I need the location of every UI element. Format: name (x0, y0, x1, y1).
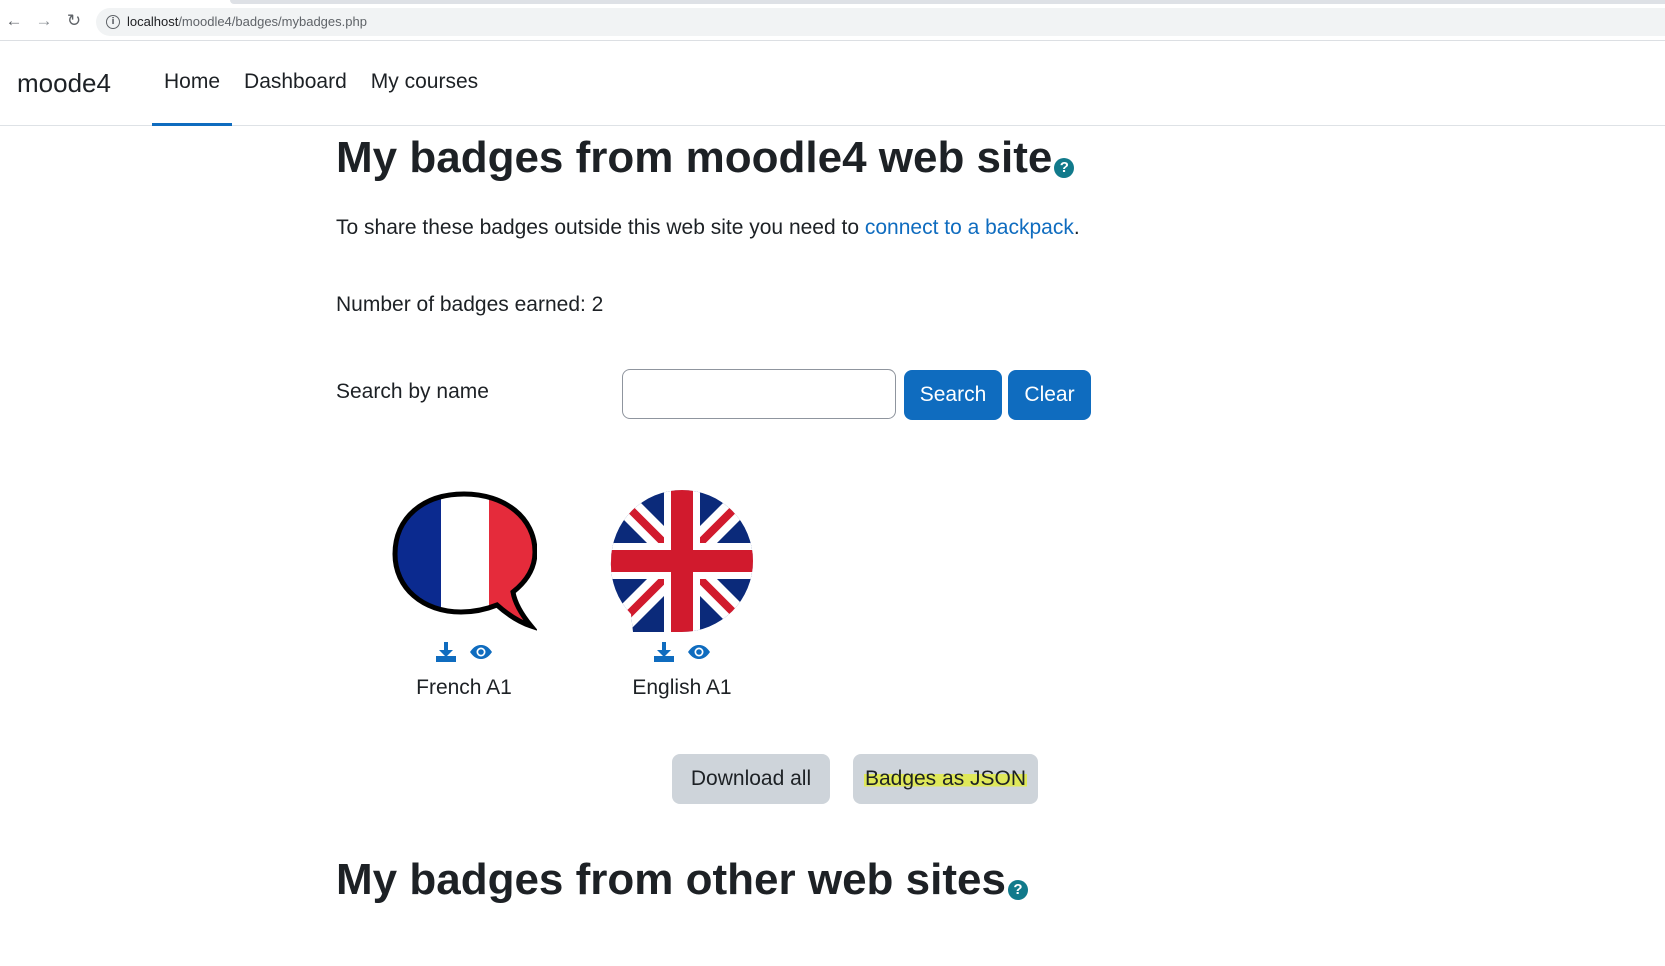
badges-as-json-button[interactable]: Badges as JSON (853, 754, 1038, 804)
page-heading: My badges from moodle4 web site? (336, 133, 1075, 183)
site-info-icon[interactable]: i (106, 15, 120, 29)
backpack-notice-end: . (1073, 216, 1080, 239)
union-jack-circle-image[interactable] (609, 488, 755, 634)
badge-name[interactable]: English A1 (592, 676, 772, 700)
help-icon[interactable]: ? (1007, 880, 1028, 900)
badge-actions (374, 638, 554, 666)
nav-my-courses[interactable]: My courses (359, 41, 490, 126)
badges-earned-count: Number of badges earned: 2 (336, 293, 604, 316)
search-button[interactable]: Search (904, 370, 1002, 420)
nav-dashboard[interactable]: Dashboard (232, 41, 359, 126)
eye-icon[interactable] (469, 644, 493, 660)
primary-navigation: Home Dashboard My courses (152, 41, 490, 126)
url-host: localhost (127, 14, 179, 29)
clear-button[interactable]: Clear (1008, 370, 1091, 420)
site-navbar: moode4 Home Dashboard My courses (0, 41, 1665, 126)
reload-icon[interactable]: ↻ (65, 12, 83, 30)
search-label: Search by name (336, 380, 489, 403)
eye-icon[interactable] (687, 644, 711, 660)
address-bar[interactable]: i localhost/moodle4/badges/mybadges.php (96, 8, 1665, 36)
url-path: /moodle4/badges/mybadges.php (178, 14, 367, 29)
url-text[interactable]: localhost/moodle4/badges/mybadges.php (127, 14, 367, 29)
download-icon[interactable] (653, 642, 675, 662)
badge-name[interactable]: French A1 (374, 676, 554, 700)
forward-arrow-icon[interactable]: → (35, 12, 53, 30)
badge-french-a1: French A1 (374, 488, 554, 700)
badge-actions (592, 638, 772, 666)
badges-as-json-label: Badges as JSON (863, 767, 1028, 790)
other-sites-heading-text: My badges from other web sites (336, 855, 1006, 904)
other-sites-heading: My badges from other web sites? (336, 855, 1028, 905)
backpack-notice: To share these badges outside this web s… (336, 216, 1080, 240)
browser-toolbar: ← → ↻ i localhost/moodle4/badges/mybadge… (0, 0, 1665, 41)
help-icon[interactable]: ? (1054, 158, 1075, 178)
badge-english-a1: English A1 (592, 488, 772, 700)
connect-backpack-link[interactable]: connect to a backpack (865, 216, 1074, 239)
nav-home[interactable]: Home (152, 41, 233, 126)
download-icon[interactable] (435, 642, 457, 662)
search-input[interactable] (622, 369, 896, 419)
tab-strip (230, 0, 1665, 4)
back-arrow-icon[interactable]: ← (5, 12, 23, 30)
site-brand[interactable]: moode4 (17, 68, 111, 99)
backpack-notice-text: To share these badges outside this web s… (336, 216, 865, 239)
page-heading-text: My badges from moodle4 web site (336, 133, 1053, 182)
download-all-button[interactable]: Download all (672, 754, 830, 804)
french-flag-speech-bubble-image[interactable] (391, 488, 537, 634)
